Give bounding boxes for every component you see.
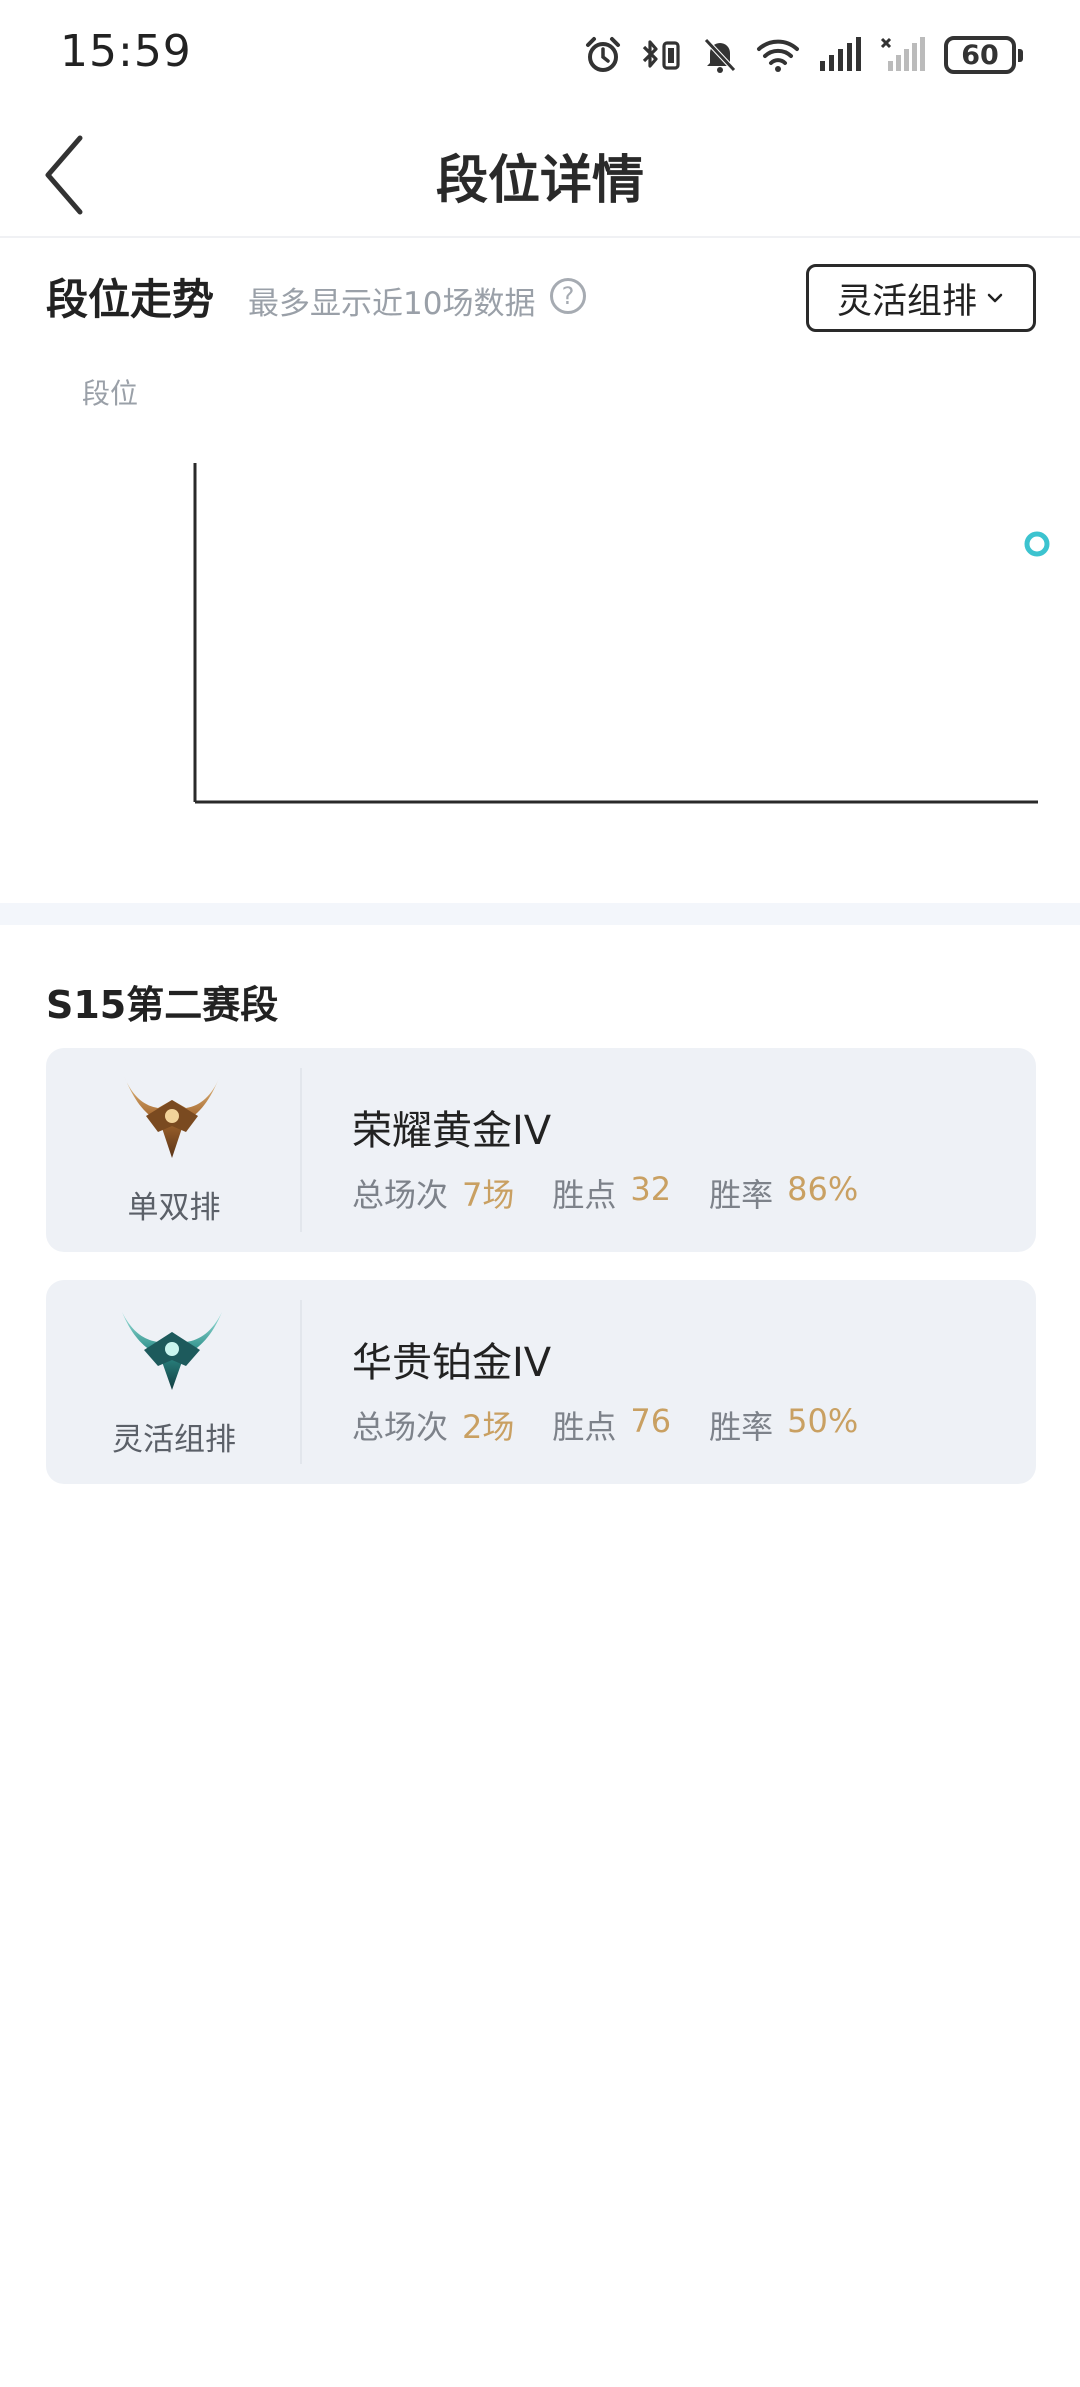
stat-win-rate: 胜率 86% [709, 1170, 858, 1216]
chevron-down-icon [987, 293, 1003, 303]
stat-label: 胜率 [709, 1408, 774, 1446]
page-title: 段位详情 [435, 151, 644, 211]
rank-card-solo[interactable]: 单双排 荣耀黄金IV 总场次 7场 胜点 32 胜率 86% [46, 1048, 1036, 1252]
stat-league-points: 胜点 32 [552, 1170, 671, 1216]
queue-column: 单双排 [46, 1068, 302, 1232]
wifi-icon [757, 39, 799, 72]
rank-name: 华贵铂金IV [352, 1340, 552, 1386]
page-header: 段位详情 [0, 110, 1080, 238]
stat-league-points: 胜点 76 [552, 1402, 671, 1448]
stat-label: 胜率 [709, 1176, 774, 1214]
queue-column: 灵活组排 [46, 1300, 302, 1464]
mode-select-value: 灵活组排 [836, 281, 977, 322]
stat-value: 2场 [462, 1408, 515, 1446]
chart-data-point[interactable] [1024, 531, 1050, 557]
section-divider [0, 903, 1080, 925]
stat-value: 50% [787, 1402, 859, 1440]
stat-value: 76 [630, 1402, 672, 1440]
trend-title: 段位走势 [46, 275, 215, 324]
gold-emblem-icon [124, 1076, 220, 1158]
season-title: S15第二赛段 [46, 983, 279, 1027]
status-icons: 60 [584, 30, 1023, 80]
chart-y-axis-label: 段位 [82, 377, 139, 410]
signal-no-service-icon [880, 37, 925, 71]
stat-value: 86% [787, 1170, 859, 1208]
battery-icon: 60 [944, 36, 1023, 74]
stat-label: 胜点 [552, 1408, 617, 1446]
rank-card-flex[interactable]: 灵活组排 华贵铂金IV 总场次 2场 胜点 76 胜率 50% [46, 1280, 1036, 1484]
mute-bell-icon [704, 38, 736, 73]
rank-stats: 总场次 7场 胜点 32 胜率 86% [352, 1170, 896, 1216]
signal-icon [820, 37, 861, 71]
status-bar: 15:59 60 [0, 0, 1080, 110]
queue-name: 灵活组排 [112, 1422, 236, 1458]
stat-win-rate: 胜率 50% [709, 1402, 858, 1448]
rank-stats: 总场次 2场 胜点 76 胜率 50% [352, 1402, 896, 1448]
stat-value: 7场 [462, 1176, 515, 1214]
mode-select-dropdown[interactable]: 灵活组排 [806, 264, 1036, 332]
stat-value: 32 [630, 1170, 672, 1208]
rank-name: 荣耀黄金IV [352, 1108, 552, 1154]
battery-level: 60 [961, 39, 999, 71]
trend-hint: 最多显示近10场数据 [248, 286, 536, 322]
stat-label: 胜点 [552, 1176, 617, 1214]
stat-label: 总场次 [352, 1408, 449, 1446]
queue-name: 单双排 [127, 1190, 221, 1226]
status-time: 15:59 [60, 26, 192, 77]
bluetooth-vibrate-icon [642, 40, 680, 70]
help-icon[interactable]: ? [550, 278, 586, 314]
alarm-icon [586, 37, 620, 72]
stat-total-games: 总场次 2场 [352, 1402, 514, 1448]
platinum-emblem-icon [122, 1312, 222, 1390]
stat-label: 总场次 [352, 1176, 449, 1214]
stat-total-games: 总场次 7场 [352, 1170, 514, 1216]
rank-trend-chart [193, 463, 1050, 804]
